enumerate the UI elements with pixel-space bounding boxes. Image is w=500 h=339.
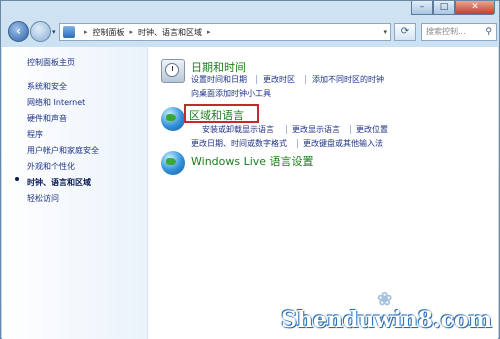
breadcrumb-control-panel[interactable]: 控制面板 [93, 27, 125, 38]
link-change-date-time-format[interactable]: 更改日期、时间或数字格式 [191, 138, 287, 149]
current-item-bullet-icon [15, 177, 19, 181]
sidebar-item-user-accounts[interactable]: 用户帐户和家庭安全 [27, 145, 99, 156]
sidebar-item-ease-of-access[interactable]: 轻松访问 [27, 193, 59, 204]
maximize-button[interactable]: □ [433, 1, 455, 15]
sidebar-item-clock-language-region[interactable]: 时钟、语言和区域 [27, 177, 91, 188]
link-separator [286, 125, 287, 134]
site-watermark: ❀ Shenduwin8.com [281, 289, 492, 333]
recent-pages-dropdown-icon[interactable]: ▾ [52, 28, 56, 36]
link-change-location[interactable]: 更改位置 [356, 124, 388, 135]
address-dropdown-icon[interactable]: ▾ [383, 28, 387, 36]
search-placeholder: 搜索控制... [426, 27, 466, 36]
control-panel-window: – □ ✕ ‹ › ▾ ▸ 控制面板 ▸ 时钟、语言和区域 ▸ ▾ ⟳ 搜索控制… [0, 0, 500, 339]
sidebar-item-appearance[interactable]: 外观和个性化 [27, 161, 75, 172]
link-change-keyboard[interactable]: 更改键盘或其他输入法 [303, 138, 383, 149]
link-change-display-language[interactable]: 更改显示语言 [292, 124, 340, 135]
search-input[interactable]: 搜索控制... ⚲ [421, 23, 497, 41]
back-button[interactable]: ‹ [8, 21, 29, 42]
navigation-bar: ‹ › ▾ ▸ 控制面板 ▸ 时钟、语言和区域 ▸ ▾ ⟳ 搜索控制... ⚲ [1, 19, 500, 45]
forward-button[interactable]: › [30, 21, 51, 42]
link-separator [305, 75, 306, 84]
minimize-button[interactable]: – [411, 1, 433, 15]
globe-land [166, 158, 176, 165]
globe-icon[interactable] [161, 151, 185, 175]
sidebar-item-system-security[interactable]: 系统和安全 [27, 81, 67, 92]
clock-icon[interactable] [161, 59, 185, 83]
globe-land [166, 114, 176, 121]
sidebar-item-control-panel-home[interactable]: 控制面板主页 [27, 57, 75, 68]
link-add-clocks[interactable]: 添加不同时区的时钟 [312, 74, 384, 85]
content-area: 控制面板主页 系统和安全 网络和 Internet 硬件和声音 程序 用户帐户和… [2, 47, 498, 339]
watermark-text: Shenduwin8.com [281, 307, 492, 333]
link-separator [297, 139, 298, 148]
link-install-display-language[interactable]: 安装或卸载显示语言 [202, 124, 274, 135]
link-add-clock-gadget[interactable]: 向桌面添加时钟小工具 [191, 88, 271, 99]
close-button[interactable]: ✕ [455, 1, 495, 15]
link-separator [256, 75, 257, 84]
sidebar-item-network-internet[interactable]: 网络和 Internet [27, 97, 85, 108]
sidebar: 控制面板主页 系统和安全 网络和 Internet 硬件和声音 程序 用户帐户和… [2, 47, 148, 339]
sidebar-item-hardware-sound[interactable]: 硬件和声音 [27, 113, 67, 124]
sidebar-item-programs[interactable]: 程序 [27, 129, 43, 140]
paw-logo-icon: ❀ [377, 289, 393, 310]
link-separator [350, 125, 351, 134]
window-controls: – □ ✕ [411, 1, 495, 15]
link-set-time-date[interactable]: 设置时间和日期 [191, 74, 247, 85]
control-panel-icon [63, 26, 75, 38]
address-bar[interactable]: ▸ 控制面板 ▸ 时钟、语言和区域 ▸ ▾ [59, 23, 391, 41]
main-panel: 日期和时间 设置时间和日期 更改时区 添加不同时区的时钟 向桌面添加时钟小工具 … [149, 47, 498, 339]
clock-hand [172, 66, 173, 71]
category-title-region-language[interactable]: 区域和语言 [189, 107, 244, 123]
chevron-right-icon[interactable]: ▸ [207, 28, 211, 36]
chevron-right-icon[interactable]: ▸ [84, 28, 88, 36]
category-title-windows-live-language[interactable]: Windows Live 语言设置 [191, 153, 314, 169]
globe-icon[interactable] [161, 107, 185, 131]
category-title-date-time[interactable]: 日期和时间 [191, 59, 246, 75]
chevron-right-icon[interactable]: ▸ [130, 28, 134, 36]
breadcrumb-clock-language-region[interactable]: 时钟、语言和区域 [138, 27, 202, 38]
refresh-button[interactable]: ⟳ [394, 23, 416, 41]
search-icon[interactable]: ⚲ [485, 24, 492, 40]
link-change-timezone[interactable]: 更改时区 [263, 74, 295, 85]
